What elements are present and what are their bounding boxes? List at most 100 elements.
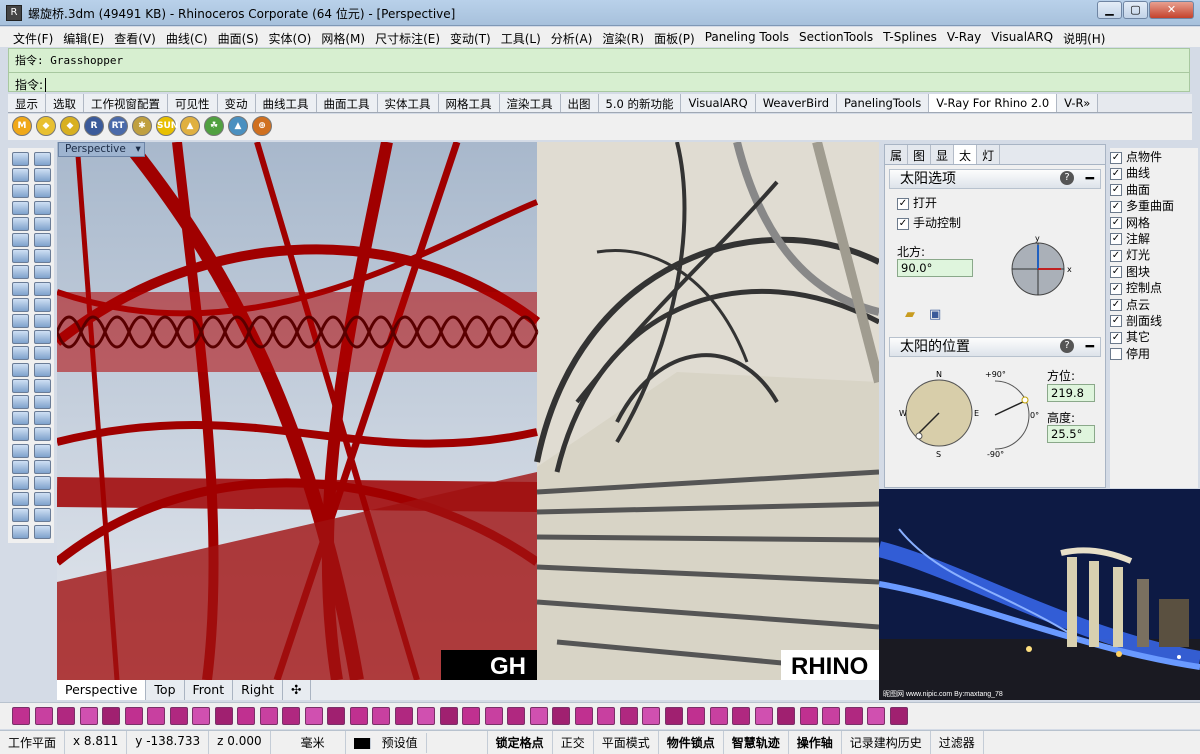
panel-tab[interactable]: 图: [908, 145, 932, 164]
tool-button-icon[interactable]: [12, 395, 29, 409]
collapse-icon[interactable]: ━: [1086, 338, 1094, 356]
tool-button-icon[interactable]: [12, 297, 29, 312]
panel-tab[interactable]: 太: [954, 145, 978, 164]
panel-tab[interactable]: 灯: [977, 145, 1001, 164]
tag-icon[interactable]: ◆: [36, 116, 56, 136]
menu-item[interactable]: V-Ray: [942, 27, 986, 47]
command-tool-icon[interactable]: [844, 707, 863, 725]
object-type-checkbox[interactable]: ✓ 点云: [1110, 296, 1198, 312]
smarttrack-toggle[interactable]: 智慧轨迹: [724, 731, 789, 754]
command-tool-icon[interactable]: [394, 707, 413, 725]
command-tool-icon[interactable]: [282, 707, 300, 725]
menu-item[interactable]: 实体(O): [264, 27, 317, 47]
menu-item[interactable]: 编辑(E): [58, 27, 109, 47]
command-prompt[interactable]: 指令:: [9, 72, 1189, 92]
dome-icon[interactable]: ▲: [180, 116, 200, 136]
toolbar-tab[interactable]: 实体工具: [377, 94, 439, 112]
tool-button-icon[interactable]: [34, 265, 51, 280]
viewport-tab[interactable]: Perspective: [57, 680, 147, 700]
tags-icon[interactable]: ◆: [60, 116, 80, 136]
folder-icon[interactable]: ▰: [905, 307, 915, 322]
tool-button-icon[interactable]: [34, 524, 51, 539]
command-tool-icon[interactable]: [147, 707, 165, 725]
command-tool-icon[interactable]: [327, 707, 345, 725]
tool-button-icon[interactable]: [34, 314, 51, 328]
command-tool-icon[interactable]: [732, 707, 750, 725]
command-tool-icon[interactable]: [619, 707, 638, 725]
close-button[interactable]: ✕: [1149, 1, 1194, 19]
menu-item[interactable]: 工具(L): [496, 27, 546, 47]
north-field[interactable]: 90.0°: [897, 259, 973, 277]
command-tool-icon[interactable]: [192, 707, 210, 725]
tool-button-icon[interactable]: [34, 443, 51, 458]
chevron-down-icon[interactable]: ▾: [136, 143, 141, 156]
osnap-toggle[interactable]: 物件锁点: [659, 731, 724, 754]
command-tool-icon[interactable]: [417, 707, 435, 725]
sun-options-header[interactable]: 太阳选项? ━: [889, 169, 1101, 189]
object-type-checkbox[interactable]: ✓ 图块: [1110, 263, 1198, 279]
command-tool-icon[interactable]: [237, 707, 255, 725]
object-type-checkbox[interactable]: ✓ 网格: [1110, 214, 1198, 230]
gumball-toggle[interactable]: 操作轴: [789, 731, 842, 754]
tool-button-icon[interactable]: [34, 216, 51, 231]
menu-item[interactable]: 尺寸标注(E): [370, 27, 445, 47]
tool-button-icon[interactable]: [34, 395, 51, 409]
command-tool-icon[interactable]: [664, 707, 683, 725]
command-tool-icon[interactable]: [484, 707, 503, 725]
tool-button-icon[interactable]: [12, 216, 29, 231]
command-tool-icon[interactable]: [462, 707, 480, 725]
perspective-viewport[interactable]: GH RHINO: [57, 142, 879, 680]
tool-button-icon[interactable]: [12, 249, 29, 264]
menu-item[interactable]: 网格(M): [316, 27, 370, 47]
menu-item[interactable]: T-Splines: [878, 27, 942, 47]
azimuth-dial[interactable]: N S W E: [899, 367, 983, 459]
tool-button-icon[interactable]: [12, 281, 29, 296]
tool-button-icon[interactable]: [12, 233, 29, 247]
planar-toggle[interactable]: 平面模式: [594, 731, 659, 754]
menu-item[interactable]: 面板(P): [649, 27, 700, 47]
tool-button-icon[interactable]: [12, 184, 29, 199]
azimuth-field[interactable]: 219.8: [1047, 384, 1095, 402]
panel-tab[interactable]: 属: [885, 145, 909, 164]
toolbar-tab[interactable]: 工作视窗配置: [84, 94, 168, 112]
tool-button-icon[interactable]: [34, 362, 51, 377]
command-tool-icon[interactable]: [57, 707, 75, 725]
toolbar-tab[interactable]: V-R»: [1057, 94, 1099, 112]
viewport-tab[interactable]: Top: [146, 680, 185, 700]
menu-item[interactable]: 查看(V): [109, 27, 161, 47]
viewport-title[interactable]: Perspective ▾: [58, 142, 145, 157]
tool-button-icon[interactable]: [12, 476, 29, 490]
command-tool-icon[interactable]: [777, 707, 795, 725]
menu-item[interactable]: 变动(T): [445, 27, 496, 47]
tool-button-icon[interactable]: [34, 508, 51, 523]
object-type-checkbox[interactable]: ✓ 曲面: [1110, 181, 1198, 197]
manual-control-checkbox[interactable]: ✓ 手动控制: [897, 214, 961, 231]
tool-button-icon[interactable]: [34, 184, 51, 199]
tool-button-icon[interactable]: [12, 508, 29, 523]
tool-button-icon[interactable]: [12, 168, 29, 183]
menu-item[interactable]: SectionTools: [794, 27, 878, 47]
object-type-checkbox[interactable]: ✓ 控制点: [1110, 279, 1198, 295]
command-tool-icon[interactable]: [709, 707, 728, 725]
grid-snap-toggle[interactable]: 锁定格点: [488, 731, 553, 754]
menu-item[interactable]: 分析(A): [546, 27, 598, 47]
menu-item[interactable]: 文件(F): [8, 27, 58, 47]
menu-item[interactable]: 说明(H): [1058, 27, 1110, 47]
toolbar-tab[interactable]: 曲线工具: [255, 94, 317, 112]
command-tool-icon[interactable]: [372, 707, 390, 725]
command-tool-icon[interactable]: [12, 707, 30, 725]
command-tool-icon[interactable]: [889, 707, 908, 725]
minimize-button[interactable]: ▁: [1097, 1, 1122, 19]
command-tool-icon[interactable]: [79, 707, 98, 725]
tool-button-icon[interactable]: [34, 459, 51, 474]
tool-button-icon[interactable]: [12, 459, 29, 474]
panel-tab[interactable]: 显: [931, 145, 955, 164]
light-icon[interactable]: ✱: [132, 116, 152, 136]
layer-indicator[interactable]: 预设值: [346, 731, 488, 754]
tool-button-icon[interactable]: [12, 492, 29, 507]
cplane-label[interactable]: 工作平面: [0, 731, 66, 754]
viewport-tab[interactable]: Front: [185, 680, 234, 700]
m-icon[interactable]: M: [12, 116, 32, 136]
tool-button-icon[interactable]: [12, 524, 29, 539]
command-tool-icon[interactable]: [214, 707, 233, 725]
